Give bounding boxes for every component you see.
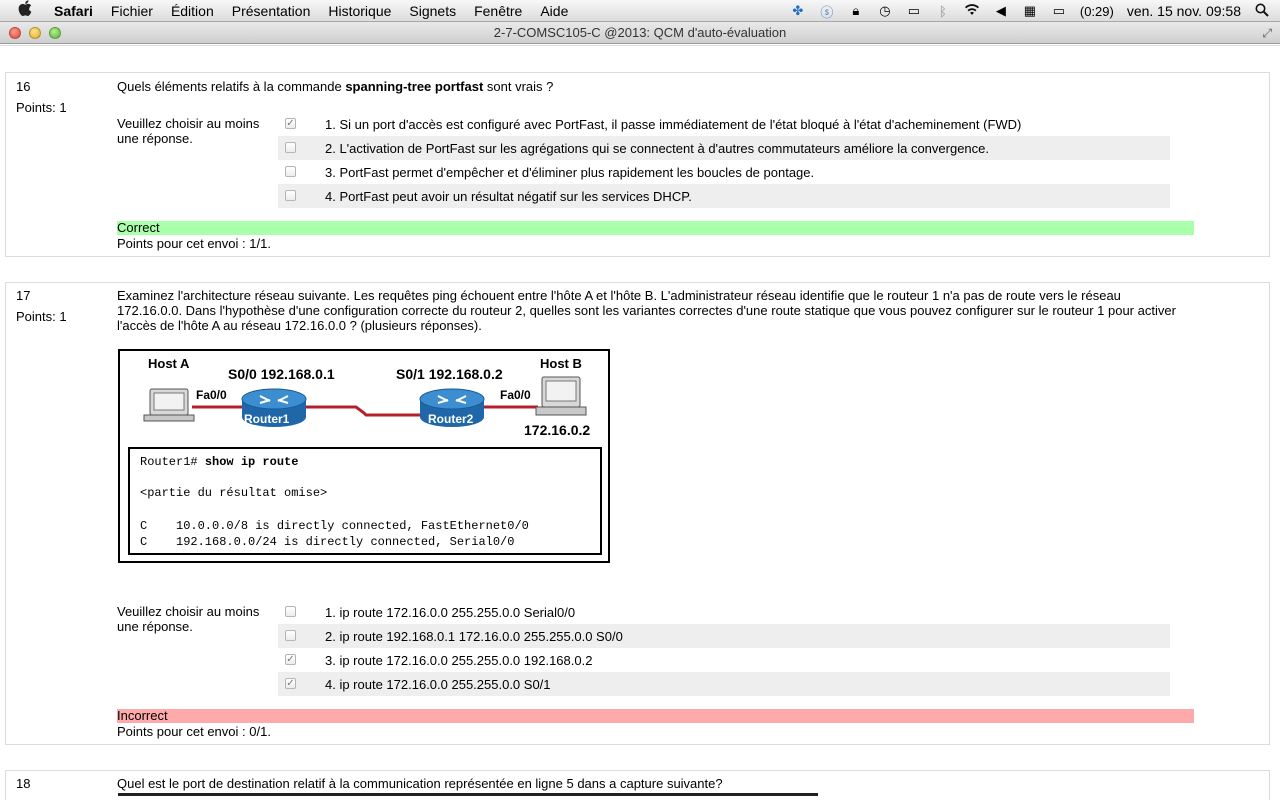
answer-checkbox[interactable]: ✓ <box>285 654 296 665</box>
question-text-line: l'accès de l'hôte A au réseau 172.16.0.0… <box>117 318 482 333</box>
menu-aide[interactable]: Aide <box>540 3 568 19</box>
fullscreen-icon[interactable]: ⤢ <box>1262 26 1272 41</box>
minimize-window-button[interactable] <box>29 27 41 39</box>
question-text: Examinez l'architecture réseau suivante.… <box>117 288 1197 333</box>
skype-icon[interactable]: ⓢ <box>819 2 835 21</box>
status-area: ✤ ⓢ 🔒︎ ◷ ▭ ᛒ ◀︎ ▦ ▭ (0:29) ven. 15 nov. … <box>790 0 1270 22</box>
answer-label: 2. L'activation de PortFast sur les agré… <box>325 140 989 156</box>
network-diagram: Host A Host B S0/0 192.168.0.1 S0/1 192.… <box>118 349 610 563</box>
window-titlebar: 2-7-COMSC105-C @2013: QCM d'auto-évaluat… <box>0 22 1280 44</box>
menubar: Safari Fichier Édition Présentation Hist… <box>0 0 1280 22</box>
dropbox-icon[interactable]: ✤ <box>790 3 806 19</box>
feedback-correct: Correct <box>117 221 1194 235</box>
menu-app-safari[interactable]: Safari <box>54 3 93 19</box>
wifi-icon[interactable] <box>964 3 980 19</box>
answer-checkbox[interactable] <box>285 166 296 177</box>
answer-option[interactable]: 3. PortFast permet d'empêcher et d'élimi… <box>278 160 1170 184</box>
answer-checkbox[interactable] <box>285 630 296 641</box>
question-number: 17 <box>16 288 31 303</box>
score-text: Points pour cet envoi : 1/1. <box>117 236 271 251</box>
cli-command-line: Router1# show ip route <box>140 455 298 469</box>
question-number: 16 <box>16 79 31 94</box>
volume-icon[interactable]: ◀︎ <box>993 3 1009 19</box>
cli-command: show ip route <box>204 455 299 469</box>
menu-presentation[interactable]: Présentation <box>232 3 311 19</box>
menu-signets[interactable]: Signets <box>409 3 456 19</box>
answer-option[interactable]: 1. ip route 172.16.0.0 255.255.0.0 Seria… <box>278 600 1170 624</box>
question-keyword: spanning-tree portfast <box>345 79 484 94</box>
computer-icon <box>535 376 587 416</box>
answer-option[interactable]: 2. L'activation de PortFast sur les agré… <box>278 136 1170 160</box>
question-number: 18 <box>16 776 31 791</box>
answer-option[interactable]: ✓ 4. ip route 172.16.0.0 255.255.0.0 S0/… <box>278 672 1170 696</box>
cli-line: C 192.168.0.0/24 is directly connected, … <box>140 535 515 549</box>
interface-label: S0/0 192.168.0.1 <box>228 366 335 382</box>
close-window-button[interactable] <box>9 27 21 39</box>
figure-top-edge <box>118 793 818 796</box>
feedback-incorrect: Incorrect <box>117 709 1194 723</box>
host-b-label: Host B <box>540 356 582 371</box>
zoom-window-button[interactable] <box>49 27 61 39</box>
battery-icon[interactable]: ▭ <box>1051 3 1067 19</box>
answer-label: 3. ip route 172.16.0.0 255.255.0.0 192.1… <box>325 652 593 668</box>
answer-label: 2. ip route 192.168.0.1 172.16.0.0 255.2… <box>325 628 623 644</box>
host-a-label: Host A <box>148 356 190 371</box>
display-icon[interactable]: ▭ <box>906 3 922 19</box>
menu-historique[interactable]: Historique <box>328 3 391 19</box>
cli-prompt: Router1# <box>140 455 205 469</box>
question-text-line: Examinez l'architecture réseau suivante.… <box>117 288 1121 303</box>
battery-time: (0:29) <box>1079 3 1114 19</box>
menu-edition[interactable]: Édition <box>171 3 214 19</box>
answer-checkbox[interactable] <box>285 190 296 201</box>
question-text: Quel est le port de destination relatif … <box>117 776 723 791</box>
cli-output: Router1# show ip route <partie du résult… <box>128 447 602 555</box>
divider <box>0 45 1280 46</box>
menu-fenetre[interactable]: Fenêtre <box>474 3 522 19</box>
time-machine-icon[interactable]: ◷ <box>877 3 893 19</box>
question-points: Points: 1 <box>16 100 67 115</box>
question-text-line: 172.16.0.0. Dans l'hypothèse d'une confi… <box>117 303 1176 318</box>
network-label: 172.16.0.2 <box>524 422 591 438</box>
menu-fichier[interactable]: Fichier <box>111 3 153 19</box>
clock[interactable]: ven. 15 nov. 09:58 <box>1127 3 1241 19</box>
answer-label: 1. ip route 172.16.0.0 255.255.0.0 Seria… <box>325 604 576 620</box>
instruction-text: Veuillez choisir au moins une réponse. <box>117 116 260 146</box>
bluetooth-icon[interactable]: ᛒ <box>935 4 951 19</box>
answer-label: 3. PortFast permet d'empêcher et d'élimi… <box>325 164 815 180</box>
answer-option[interactable]: ✓ 3. ip route 172.16.0.0 255.255.0.0 192… <box>278 648 1170 672</box>
answer-label: 4. ip route 172.16.0.0 255.255.0.0 S0/1 <box>325 676 551 692</box>
question-points: Points: 1 <box>16 309 67 324</box>
instruction-text: Veuillez choisir au moins une réponse. <box>117 604 260 634</box>
answer-checkbox[interactable] <box>285 142 296 153</box>
answer-label: 4. PortFast peut avoir un résultat négat… <box>325 188 692 204</box>
lock-icon[interactable]: 🔒︎ <box>848 3 864 19</box>
question-text: Quels éléments relatifs à la commande sp… <box>117 79 553 94</box>
cli-line: <partie du résultat omise> <box>140 486 328 500</box>
router-label: Router1 <box>244 412 290 426</box>
spotlight-search-icon[interactable] <box>1254 3 1270 20</box>
answer-option[interactable]: ✓ 1. Si un port d'accès est configuré av… <box>278 112 1170 136</box>
interface-label: S0/1 192.168.0.2 <box>396 366 503 382</box>
question-text-part: Quels éléments relatifs à la commande <box>117 79 346 94</box>
interface-label: Fa0/0 <box>500 388 531 402</box>
answer-label: 1. Si un port d'accès est configuré avec… <box>325 116 1022 132</box>
router-label: Router2 <box>428 412 474 426</box>
answer-option[interactable]: 4. PortFast peut avoir un résultat négat… <box>278 184 1170 208</box>
interface-label: Fa0/0 <box>196 388 227 402</box>
window-title: 2-7-COMSC105-C @2013: QCM d'auto-évaluat… <box>493 25 787 40</box>
answer-option[interactable]: 2. ip route 192.168.0.1 172.16.0.0 255.2… <box>278 624 1170 648</box>
apple-menu-icon[interactable] <box>18 0 38 21</box>
answer-checkbox[interactable] <box>285 606 296 617</box>
cli-line: C 10.0.0.0/8 is directly connected, Fast… <box>140 519 529 533</box>
input-source-icon[interactable]: ▦ <box>1022 3 1038 19</box>
page-content: 16 Points: 1 Quels éléments relatifs à l… <box>0 45 1280 800</box>
answer-checkbox[interactable]: ✓ <box>285 678 296 689</box>
question-text-part: sont vrais ? <box>483 79 554 94</box>
score-text: Points pour cet envoi : 0/1. <box>117 724 271 739</box>
computer-icon <box>143 388 195 422</box>
answer-checkbox[interactable]: ✓ <box>285 118 296 129</box>
